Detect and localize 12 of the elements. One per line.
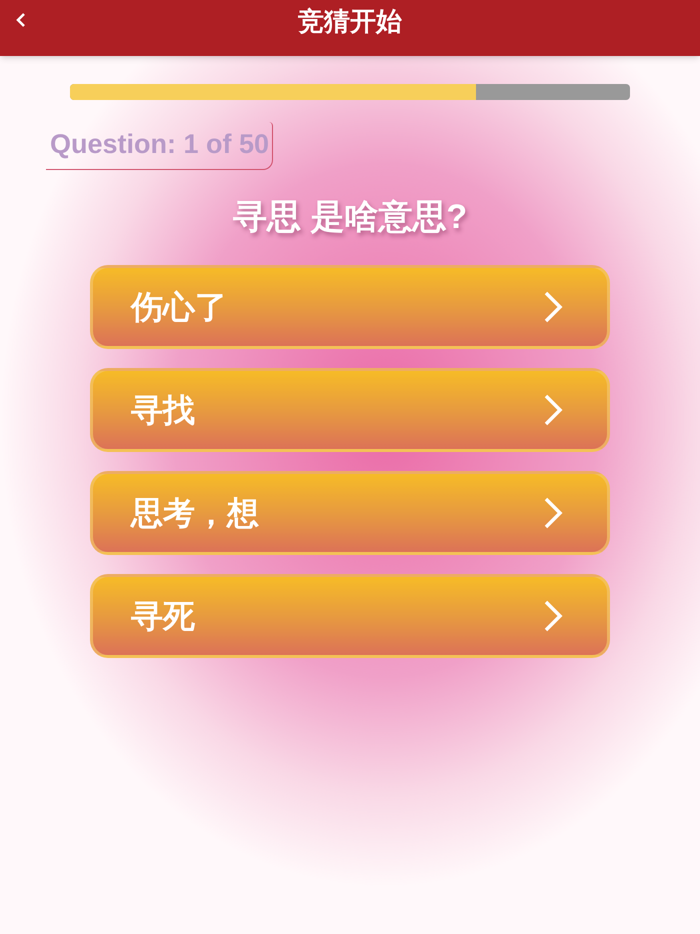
chevron-right-icon (543, 496, 563, 528)
answer-button[interactable]: 思考，想 (90, 470, 610, 554)
screen-title: 竞猜开始 (298, 4, 402, 38)
chevron-right-icon (543, 394, 563, 426)
question-counter: Question: 1 of 50 (46, 122, 274, 170)
chevron-right-icon (543, 600, 563, 632)
answer-button[interactable]: 寻找 (90, 368, 610, 452)
question-text: 寻思 是啥意思? (232, 196, 468, 238)
back-chevron-icon (16, 13, 26, 27)
chevron-right-icon (543, 290, 563, 322)
answer-button[interactable]: 寻死 (90, 574, 610, 658)
answer-button[interactable]: 伤心了 (90, 264, 610, 348)
